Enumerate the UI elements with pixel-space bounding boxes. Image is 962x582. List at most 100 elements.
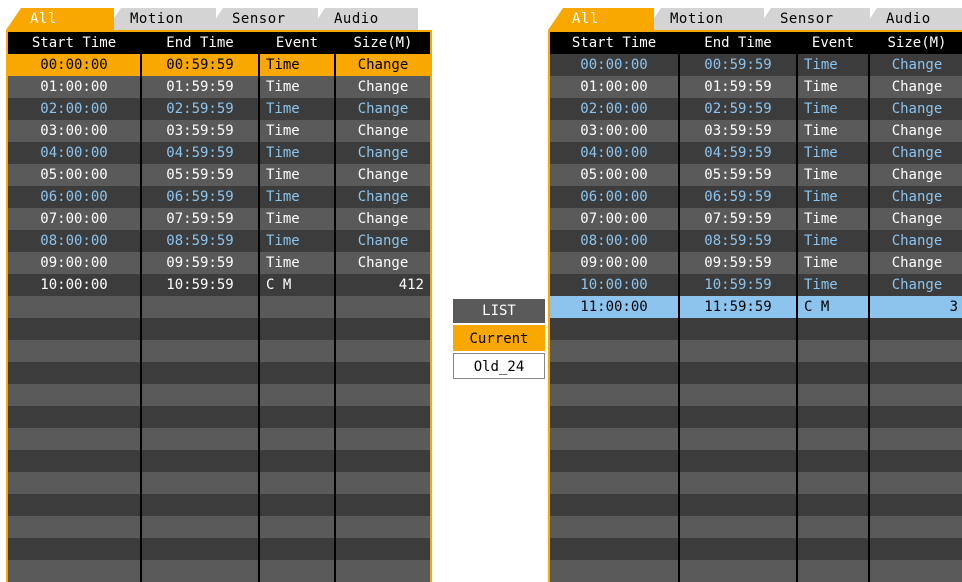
right-tab-all[interactable]: All [548,8,654,30]
left-recording-list: All Motion Sensor Audio Start Time End Ti… [6,8,432,582]
table-row [8,472,430,494]
table-cell-event: Time [804,233,838,249]
table-row [550,362,962,384]
column-header[interactable]: End Time [142,32,258,54]
table-row[interactable]: 04:00:00 04:59:59 Time Change [8,142,430,164]
right-recording-list: All Motion Sensor Audio Start Time End Ti… [548,8,962,582]
tab-label: Sensor [232,11,286,27]
column-header[interactable]: Start Time [550,32,678,54]
table-cell-start: 09:00:00 [40,255,108,271]
table-row[interactable]: 09:00:00 09:59:59 Time Change [550,252,962,274]
column-header[interactable]: Event [260,32,334,54]
list-menu-item-old-24[interactable]: Old_24 [453,353,545,379]
table-row[interactable]: 07:00:00 07:59:59 Time Change [550,208,962,230]
table-cell-event: Time [266,167,300,183]
table-row [8,406,430,428]
table-cell-end: 01:59:59 [166,79,234,95]
column-divider [140,32,142,582]
right-tab-motion[interactable]: Motion [646,8,764,30]
table-row [550,450,962,472]
table-row[interactable]: 03:00:00 03:59:59 Time Change [550,120,962,142]
table-cell-end: 04:59:59 [166,145,234,161]
table-cell-start: 06:00:00 [40,189,108,205]
table-row[interactable]: 01:00:00 01:59:59 Time Change [8,76,430,98]
table-cell-start: 06:00:00 [580,189,648,205]
table-cell-end: 06:59:59 [166,189,234,205]
table-cell-size: Change [357,189,409,205]
table-row [8,516,430,538]
table-cell-size: Change [891,167,943,183]
table-row[interactable]: 02:00:00 02:59:59 Time Change [550,98,962,120]
table-cell-end: 07:59:59 [704,211,772,227]
table-cell-end: 08:59:59 [166,233,234,249]
column-divider [678,32,680,582]
table-row [550,428,962,450]
table-cell-size: 412 [398,277,424,293]
table-row[interactable]: 10:00:00 10:59:59 Time Change [550,274,962,296]
table-row[interactable]: 06:00:00 06:59:59 Time Change [550,186,962,208]
table-cell-size: Change [357,255,409,271]
tab-label: All [30,11,57,27]
table-cell-event: C M [266,277,292,293]
tab-label: Audio [886,11,931,27]
table-cell-event: Time [266,233,300,249]
table-cell-end: 00:59:59 [704,57,772,73]
table-row[interactable]: 03:00:00 03:59:59 Time Change [8,120,430,142]
table-row[interactable]: 02:00:00 02:59:59 Time Change [8,98,430,120]
table-row[interactable]: 08:00:00 08:59:59 Time Change [550,230,962,252]
table-row[interactable]: 00:00:00 00:59:59 Time Change [8,54,430,76]
table-cell-start: 10:00:00 [580,277,648,293]
table-cell-size: Change [357,145,409,161]
table-cell-size: Change [357,167,409,183]
table-row [550,318,962,340]
list-menu-title: LIST [453,299,545,323]
table-cell-start: 09:00:00 [580,255,648,271]
left-tab-bar: All Motion Sensor Audio [6,8,432,30]
column-header[interactable]: Size(M) [336,32,430,54]
column-header[interactable]: Event [798,32,868,54]
table-cell-start: 05:00:00 [40,167,108,183]
table-cell-event: Time [266,57,300,73]
column-header[interactable]: Size(M) [870,32,962,54]
left-tab-sensor[interactable]: Sensor [208,8,318,30]
table-row[interactable]: 05:00:00 05:59:59 Time Change [550,164,962,186]
table-row [8,384,430,406]
table-cell-event: Time [804,167,838,183]
table-cell-end: 03:59:59 [166,123,234,139]
table-row [8,318,430,340]
table-row[interactable]: 09:00:00 09:59:59 Time Change [8,252,430,274]
table-cell-event: Time [266,145,300,161]
right-tab-sensor[interactable]: Sensor [756,8,870,30]
table-cell-end: 11:59:59 [704,299,772,315]
table-cell-end: 05:59:59 [704,167,772,183]
left-tab-all[interactable]: All [6,8,114,30]
table-cell-event: Time [266,123,300,139]
column-header[interactable]: Start Time [8,32,140,54]
table-row [550,406,962,428]
table-row [550,538,962,560]
table-row [8,296,430,318]
table-cell-event: Time [804,277,838,293]
table-cell-event: Time [266,211,300,227]
table-row[interactable]: 06:00:00 06:59:59 Time Change [8,186,430,208]
table-row[interactable]: 10:00:00 10:59:59 C M 412 [8,274,430,296]
table-row[interactable]: 00:00:00 00:59:59 Time Change [550,54,962,76]
table-row[interactable]: 07:00:00 07:59:59 Time Change [8,208,430,230]
left-tab-motion[interactable]: Motion [106,8,216,30]
left-tab-audio[interactable]: Audio [310,8,418,30]
table-row[interactable]: 08:00:00 08:59:59 Time Change [8,230,430,252]
table-cell-start: 07:00:00 [580,211,648,227]
table-row[interactable]: 01:00:00 01:59:59 Time Change [550,76,962,98]
tab-label: Motion [670,11,724,27]
table-row[interactable]: 11:00:00 11:59:59 C M 3 [550,296,962,318]
column-divider [796,32,798,582]
tab-label: All [572,11,599,27]
column-header[interactable]: End Time [680,32,796,54]
table-row[interactable]: 05:00:00 05:59:59 Time Change [8,164,430,186]
table-cell-end: 07:59:59 [166,211,234,227]
table-row[interactable]: 04:00:00 04:59:59 Time Change [550,142,962,164]
table-header: Start Time End Time Event Size(M) [8,32,430,54]
right-tab-audio[interactable]: Audio [862,8,962,30]
left-table: Start Time End Time Event Size(M) 00:00:00 00… [6,30,432,582]
list-menu-item-current[interactable]: Current [453,325,545,351]
